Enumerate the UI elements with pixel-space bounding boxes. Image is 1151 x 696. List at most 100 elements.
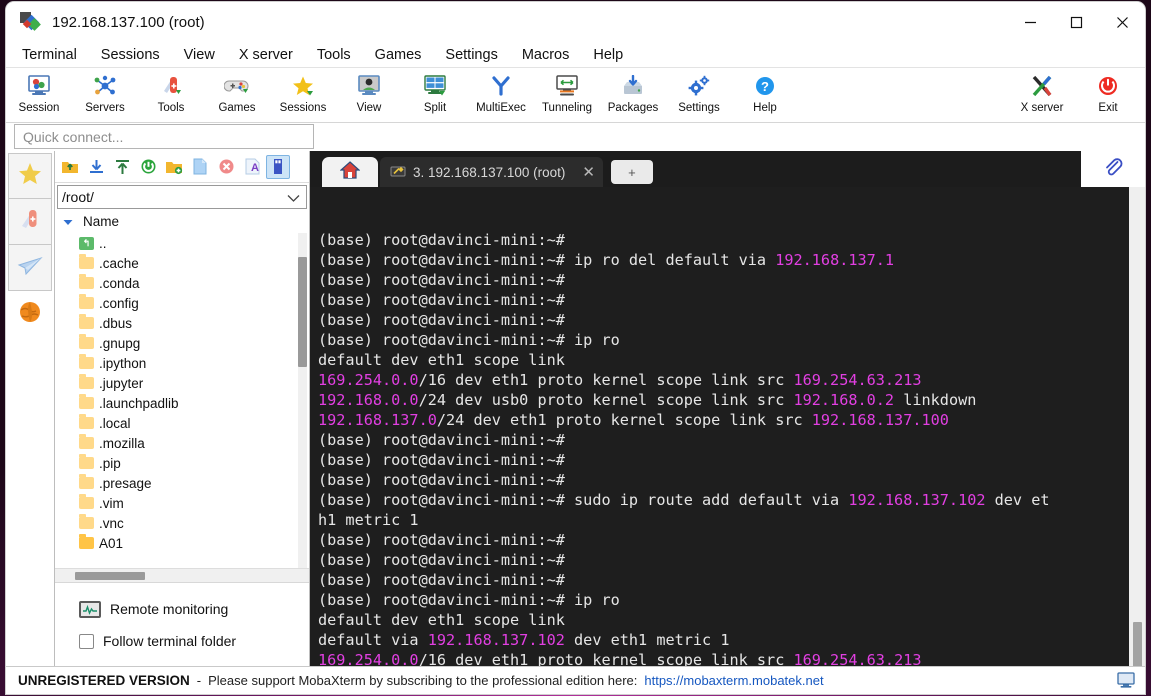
sidebar-favorites-button[interactable]	[8, 153, 52, 199]
toolbar-help-button[interactable]: ? Help	[732, 71, 798, 114]
toolbar-packages-button[interactable]: Packages	[600, 71, 666, 114]
home-tab[interactable]	[322, 157, 378, 187]
terminal-line: (base) root@davinci-mini:~#	[318, 550, 1145, 570]
sftp-scrollbar-thumb[interactable]	[298, 257, 307, 367]
terminal-line: (base) root@davinci-mini:~#	[318, 230, 1145, 250]
sftp-path-bar[interactable]: /root/	[57, 185, 307, 209]
sidebar-tools-button[interactable]	[8, 199, 52, 245]
terminal-scrollbar-track[interactable]	[1129, 187, 1145, 666]
list-item[interactable]: ↰..	[55, 233, 309, 253]
sftp-file-list[interactable]: ↰.. .cache .conda .config .dbus .gnupg .…	[55, 233, 309, 568]
parent-folder-icon: ↰	[79, 236, 94, 250]
list-item[interactable]: .local	[55, 413, 309, 433]
list-item[interactable]: .mozilla	[55, 433, 309, 453]
toolbar-x-server-button[interactable]: X server	[1009, 71, 1075, 114]
terminal-text: (base) root@davinci-mini:~#	[318, 231, 575, 249]
list-item[interactable]: .conda	[55, 273, 309, 293]
menu-games[interactable]: Games	[373, 45, 424, 65]
menu-view[interactable]: View	[182, 45, 217, 65]
menu-x-server[interactable]: X server	[237, 45, 295, 65]
binary-mode-icon[interactable]	[266, 154, 290, 179]
list-item[interactable]: .pip	[55, 453, 309, 473]
close-button[interactable]	[1099, 2, 1145, 42]
terminal-text: dev eth1 metric 1	[564, 631, 730, 649]
tab-close-icon[interactable]: ✕	[582, 163, 595, 181]
sidebar-macros-button[interactable]	[8, 245, 52, 291]
terminal-ip-text: 192.168.137.0	[318, 411, 437, 429]
list-item[interactable]: .launchpadlib	[55, 393, 309, 413]
file-name: .vim	[99, 495, 124, 511]
terminal-ip-text: 169.254.63.213	[793, 651, 922, 666]
terminal-line: (base) root@davinci-mini:~#	[318, 570, 1145, 590]
paperclip-icon[interactable]	[1103, 157, 1123, 182]
sftp-column-header[interactable]: Name	[55, 209, 309, 233]
file-name: .launchpadlib	[99, 395, 179, 411]
tab-bar-right	[1081, 151, 1145, 187]
terminal-output[interactable]: (base) root@davinci-mini:~# (base) root@…	[310, 187, 1145, 666]
terminal-text: (base) root@davinci-mini:~#	[318, 311, 575, 329]
terminal-tab[interactable]: 3. 192.168.137.100 (root) ✕	[380, 157, 603, 187]
go-up-folder-icon[interactable]	[58, 155, 82, 179]
toolbar-view-button[interactable]: View	[336, 71, 402, 114]
folder-icon	[79, 314, 94, 329]
text-mode-icon[interactable]: A	[240, 155, 264, 179]
new-folder-icon[interactable]	[162, 155, 186, 179]
toolbar-games-label: Games	[218, 102, 256, 114]
terminal-lines: (base) root@davinci-mini:~# (base) root@…	[318, 230, 1145, 666]
follow-terminal-folder-row[interactable]: Follow terminal folder	[55, 625, 309, 657]
terminal-scrollbar-thumb[interactable]	[1133, 622, 1142, 666]
paper-plane-icon	[17, 253, 43, 283]
menu-help[interactable]: Help	[591, 45, 625, 65]
sftp-horizontal-scrollbar-thumb[interactable]	[75, 572, 145, 580]
toolbar-tunneling-button[interactable]: Tunneling	[534, 71, 600, 114]
menu-terminal[interactable]: Terminal	[20, 45, 79, 65]
terminal-monitor-icon[interactable]	[1117, 672, 1135, 693]
toolbar-multiexec-button[interactable]: MultiExec	[468, 71, 534, 114]
list-item[interactable]: .vnc	[55, 513, 309, 533]
menu-settings[interactable]: Settings	[443, 45, 499, 65]
status-link[interactable]: https://mobaxterm.mobatek.net	[644, 673, 823, 688]
maximize-button[interactable]	[1053, 2, 1099, 42]
toolbar-exit-button[interactable]: Exit	[1075, 71, 1141, 114]
toolbar-servers-label: Servers	[85, 102, 125, 114]
list-item[interactable]: .presage	[55, 473, 309, 493]
terminal-line: (base) root@davinci-mini:~#	[318, 530, 1145, 550]
toolbar-split-button[interactable]: Split	[402, 71, 468, 114]
list-item[interactable]: .jupyter	[55, 373, 309, 393]
refresh-icon[interactable]	[136, 155, 160, 179]
toolbar-session-button[interactable]: Session	[6, 71, 72, 114]
remote-monitoring-row[interactable]: Remote monitoring	[55, 593, 309, 625]
new-file-icon[interactable]	[188, 155, 212, 179]
menu-macros[interactable]: Macros	[520, 45, 572, 65]
sidebar-globe-button[interactable]	[8, 291, 52, 337]
new-tab-button[interactable]: +	[610, 160, 653, 184]
list-item[interactable]: A01	[55, 533, 309, 553]
list-item[interactable]: .vim	[55, 493, 309, 513]
list-item[interactable]: .dbus	[55, 313, 309, 333]
toolbar-settings-button[interactable]: Settings	[666, 71, 732, 114]
menu-sessions[interactable]: Sessions	[99, 45, 162, 65]
toolbar-tools-button[interactable]: Tools	[138, 71, 204, 114]
title-bar: 192.168.137.100 (root)	[6, 2, 1145, 42]
terminal-line: (base) root@davinci-mini:~#	[318, 270, 1145, 290]
quick-connect-input[interactable]: Quick connect...	[14, 124, 314, 149]
list-item[interactable]: .ipython	[55, 353, 309, 373]
list-item[interactable]: .config	[55, 293, 309, 313]
sftp-horizontal-scrollbar-track[interactable]	[55, 568, 309, 582]
delete-icon[interactable]	[214, 155, 238, 179]
follow-terminal-folder-checkbox[interactable]	[79, 633, 94, 649]
minimize-button[interactable]	[1007, 2, 1053, 42]
chevron-down-icon[interactable]	[287, 190, 300, 206]
menu-tools[interactable]: Tools	[315, 45, 353, 65]
terminal-text: ip ro	[574, 331, 620, 349]
toolbar-servers-button[interactable]: Servers	[72, 71, 138, 114]
upload-icon[interactable]	[110, 155, 134, 179]
list-item[interactable]: .gnupg	[55, 333, 309, 353]
list-item[interactable]: .cache	[55, 253, 309, 273]
download-icon[interactable]	[84, 155, 108, 179]
help-icon: ?	[753, 73, 777, 99]
terminal-text: /24 dev usb0 proto kernel scope link src	[418, 391, 794, 409]
toolbar-sessions-button[interactable]: Sessions	[270, 71, 336, 114]
file-name: .local	[99, 415, 131, 431]
toolbar-games-button[interactable]: Games	[204, 71, 270, 114]
